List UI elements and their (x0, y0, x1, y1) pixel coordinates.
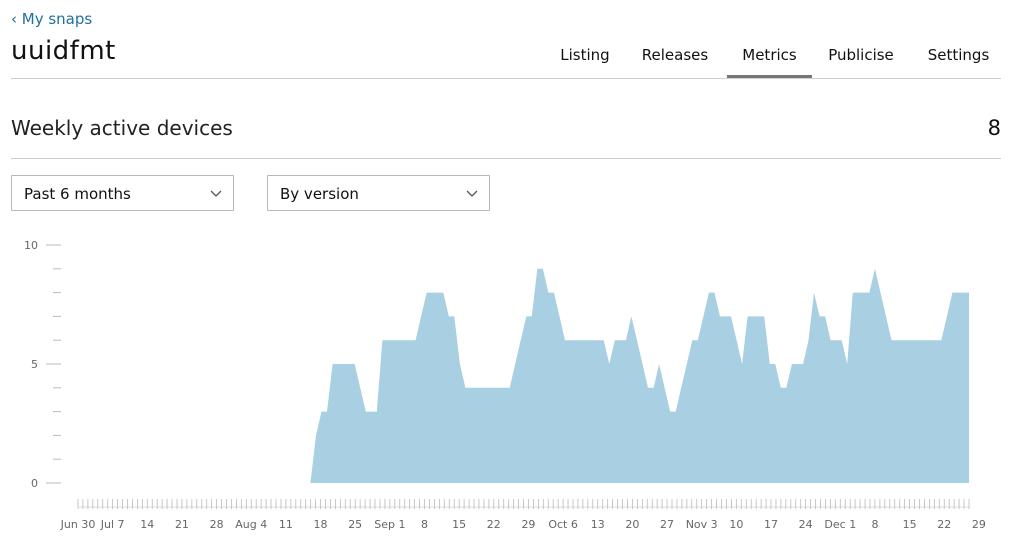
x-tick-label: 20 (625, 518, 639, 531)
tab-listing[interactable]: Listing (545, 45, 625, 78)
x-tick-label: 14 (140, 518, 154, 531)
x-tick-label: 24 (799, 518, 813, 531)
x-tick-label: Aug 4 (235, 518, 267, 531)
weekly-active-devices-chart: 0 5 10 Jun 30 Jul 7 14 21 28 Aug 4 11 18 25 Sep 1 8 15… (24, 239, 986, 531)
x-tick-label: 25 (348, 518, 362, 531)
metric-divider (11, 158, 1001, 159)
x-tick-label: 8 (871, 518, 878, 531)
group-by-select-value: By version (280, 185, 359, 203)
x-tick-label: Jul 7 (100, 518, 125, 531)
x-tick-label: Oct 6 (548, 518, 578, 531)
metric-value: 8 (987, 116, 1001, 140)
snap-tabs: Listing Releases Metrics Publicise Setti… (545, 45, 1001, 78)
tab-metrics[interactable]: Metrics (727, 45, 812, 78)
x-tick-label: Jun 30 (60, 518, 96, 531)
x-tick-label: 18 (314, 518, 328, 531)
x-tick-label: 15 (903, 518, 917, 531)
x-tick-label: 15 (452, 518, 466, 531)
chevron-down-icon (466, 190, 478, 197)
x-tick-label: 29 (972, 518, 986, 531)
x-tick-label: 13 (591, 518, 605, 531)
x-tick-label: 8 (421, 518, 428, 531)
back-to-my-snaps-link[interactable]: ‹ My snaps (11, 10, 92, 28)
y-tick-label: 10 (24, 239, 38, 252)
x-tick-label: Dec 1 (824, 518, 856, 531)
x-tick-label: 22 (937, 518, 951, 531)
x-tick-label: 21 (175, 518, 189, 531)
x-tick-label: 10 (729, 518, 743, 531)
tab-settings[interactable]: Settings (916, 45, 1001, 78)
period-select[interactable]: Past 6 months (11, 175, 234, 211)
y-tick-label: 5 (31, 358, 38, 371)
tab-releases[interactable]: Releases (635, 45, 715, 78)
series-area (78, 268, 969, 483)
y-tick-label: 0 (31, 477, 38, 490)
x-tick-label: 11 (279, 518, 293, 531)
x-tick-label: 22 (487, 518, 501, 531)
header-divider (11, 78, 1001, 79)
x-tick-label: 17 (764, 518, 778, 531)
chevron-down-icon (210, 190, 222, 197)
x-tick-label: 28 (210, 518, 224, 531)
x-tick-label: Nov 3 (686, 518, 718, 531)
tab-publicise[interactable]: Publicise (821, 45, 901, 78)
x-tick-label: 27 (660, 518, 674, 531)
group-by-select[interactable]: By version (267, 175, 490, 211)
metric-title: Weekly active devices (11, 116, 233, 140)
x-tick-label: Sep 1 (374, 518, 405, 531)
period-select-value: Past 6 months (24, 185, 131, 203)
snap-name-title: uuidfmt (11, 36, 116, 66)
x-tick-label: 29 (521, 518, 535, 531)
